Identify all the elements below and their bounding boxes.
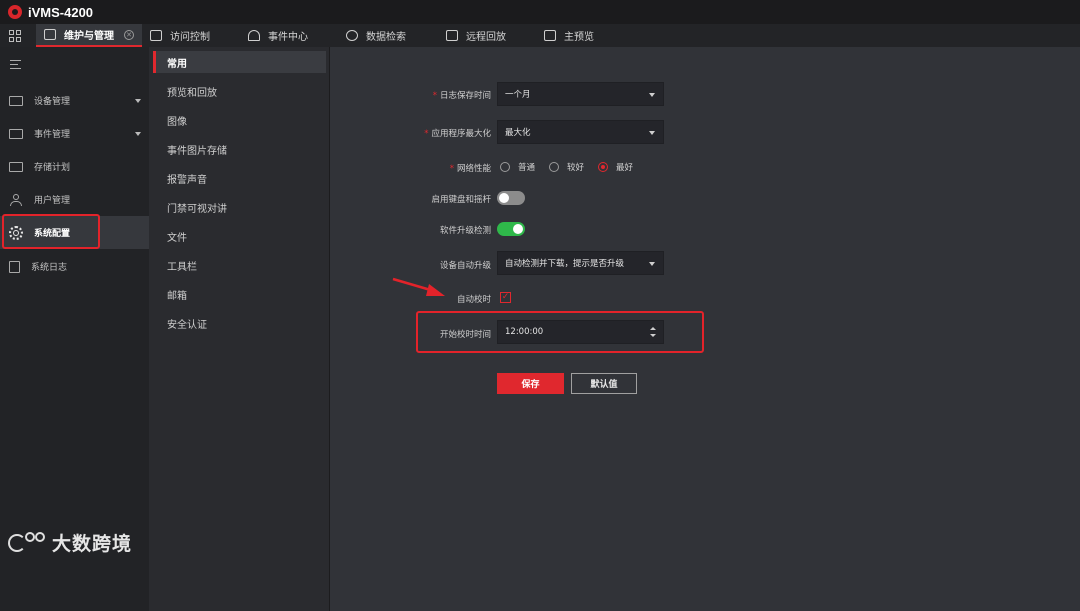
settings-submenu: 常用 预览和回放 图像 事件图片存储 报警声音 门禁可视对讲 文件 工具栏 邮箱…: [149, 47, 330, 611]
submenu-item-label: 常用: [167, 58, 187, 70]
access-control-icon: [150, 30, 162, 41]
sidebar-item-label: 设备管理: [34, 97, 71, 107]
watermark-text: 大数跨境: [52, 533, 133, 555]
storage-icon: [9, 161, 23, 172]
tab-access-control[interactable]: 访问控制: [142, 24, 240, 47]
select-value: 最大化: [505, 128, 531, 138]
tab-data-search[interactable]: 数据检索: [338, 24, 438, 47]
software-upgrade-toggle[interactable]: [497, 222, 525, 236]
annotation-highlight-box: [2, 214, 100, 249]
submenu-item-label: 工具栏: [167, 261, 197, 273]
sidebar-item-device-management[interactable]: 设备管理: [0, 84, 149, 117]
chevron-down-icon: [649, 131, 655, 135]
submenu-item-label: 事件图片存储: [167, 145, 227, 157]
watermark-logo-icon: [8, 530, 48, 556]
keyboard-joystick-toggle[interactable]: [497, 191, 525, 205]
submenu-item-security-auth[interactable]: 安全认证: [153, 312, 326, 334]
app-maximize-label: * 应用程序最大化: [424, 129, 491, 139]
tab-maintenance[interactable]: 维护与管理 ✕: [36, 24, 142, 47]
network-performance-radio-group: 普通 较好 最好: [500, 161, 647, 173]
sidebar-item-label: 用户管理: [34, 196, 71, 206]
search-icon: [346, 30, 358, 41]
submenu-item-video-intercom[interactable]: 门禁可视对讲: [153, 196, 326, 218]
watermark: 大数跨境: [8, 529, 132, 556]
menu-toggle-icon[interactable]: [10, 60, 21, 72]
app-title: iVMS-4200: [28, 4, 94, 20]
sidebar-item-storage-schedule[interactable]: 存储计划: [0, 150, 149, 183]
app-maximize-select[interactable]: 最大化: [497, 120, 664, 144]
tab-label: 数据检索: [366, 32, 406, 43]
log-retention-label: * 日志保存时间: [432, 91, 491, 101]
sidebar-item-label: 存储计划: [34, 163, 71, 173]
sidebar-item-event-management[interactable]: 事件管理: [0, 117, 149, 150]
tab-label: 远程回放: [466, 32, 506, 43]
tab-label: 事件中心: [268, 32, 308, 43]
sidebar: 设备管理 事件管理 存储计划 用户管理 系统配置 系统日志: [0, 47, 149, 611]
playback-icon: [446, 30, 458, 41]
chevron-down-icon: [135, 131, 141, 136]
user-icon: [9, 193, 23, 206]
tab-main-view[interactable]: 主预览: [536, 24, 636, 47]
submenu-item-image[interactable]: 图像: [153, 109, 326, 131]
maintenance-icon: [44, 29, 56, 40]
device-icon: [9, 95, 23, 106]
submenu-item-label: 预览和回放: [167, 87, 217, 99]
submenu-item-file[interactable]: 文件: [153, 225, 326, 247]
submenu-item-general[interactable]: 常用: [153, 51, 326, 73]
tab-label: 访问控制: [170, 32, 210, 43]
camera-icon: [544, 30, 556, 41]
auto-time-sync-checkbox[interactable]: ✓: [500, 292, 511, 303]
submenu-item-preview-playback[interactable]: 预览和回放: [153, 80, 326, 102]
submenu-item-label: 报警声音: [167, 174, 207, 186]
submenu-item-toolbar[interactable]: 工具栏: [153, 254, 326, 276]
app-logo-icon: [8, 5, 22, 19]
network-performance-label: * 网络性能: [449, 164, 491, 174]
alarm-icon: [248, 30, 260, 41]
annotation-arrow-icon: [392, 277, 445, 296]
general-settings-panel: * 日志保存时间 一个月 * 应用程序最大化 最大化 * 网络性能 普通 较好 最好 …: [330, 47, 1080, 611]
log-retention-select[interactable]: 一个月: [497, 82, 664, 106]
select-value: 自动检测并下载，提示是否升级: [505, 259, 625, 269]
radio-better[interactable]: 较好: [549, 161, 584, 173]
submenu-item-label: 门禁可视对讲: [167, 203, 227, 215]
event-icon: [9, 128, 23, 139]
annotation-highlight-box: [416, 311, 704, 353]
submenu-item-email[interactable]: 邮箱: [153, 283, 326, 305]
tab-remote-playback[interactable]: 远程回放: [438, 24, 536, 47]
submenu-item-event-picture-storage[interactable]: 事件图片存储: [153, 138, 326, 160]
chevron-down-icon: [649, 93, 655, 97]
auto-time-sync-label: 自动校时: [456, 295, 491, 305]
submenu-item-alarm-sound[interactable]: 报警声音: [153, 167, 326, 189]
module-grid-icon[interactable]: [0, 24, 30, 47]
tab-label: 维护与管理: [64, 31, 114, 42]
sidebar-item-label: 事件管理: [34, 130, 71, 140]
keyboard-joystick-label: 启用键盘和摇杆: [431, 195, 491, 205]
log-icon: [9, 260, 20, 273]
device-auto-upgrade-select[interactable]: 自动检测并下载，提示是否升级: [497, 251, 664, 275]
sidebar-item-user-management[interactable]: 用户管理: [0, 183, 149, 216]
save-button[interactable]: 保存: [497, 373, 564, 394]
chevron-down-icon: [135, 98, 141, 103]
submenu-item-label: 邮箱: [167, 290, 187, 302]
restore-default-button[interactable]: 默认值: [571, 373, 637, 394]
radio-best[interactable]: 最好: [598, 161, 633, 173]
chevron-down-icon: [649, 262, 655, 266]
tab-label: 主预览: [564, 32, 594, 43]
tab-event-center[interactable]: 事件中心: [240, 24, 338, 47]
submenu-item-label: 文件: [167, 232, 187, 244]
submenu-item-label: 安全认证: [167, 319, 207, 331]
submenu-item-label: 图像: [167, 116, 187, 128]
device-auto-upgrade-label: 设备自动升级: [439, 261, 491, 271]
title-bar: iVMS-4200: [0, 0, 1080, 24]
close-icon[interactable]: ✕: [124, 29, 134, 40]
radio-normal[interactable]: 普通: [500, 161, 535, 173]
sidebar-item-label: 系统日志: [31, 263, 68, 273]
sidebar-item-system-log[interactable]: 系统日志: [0, 250, 149, 283]
software-upgrade-label: 软件升级检测: [439, 226, 491, 236]
module-tab-bar: 维护与管理 ✕ 访问控制 事件中心 数据检索 远程回放 主预览: [0, 24, 1080, 47]
select-value: 一个月: [505, 90, 531, 100]
